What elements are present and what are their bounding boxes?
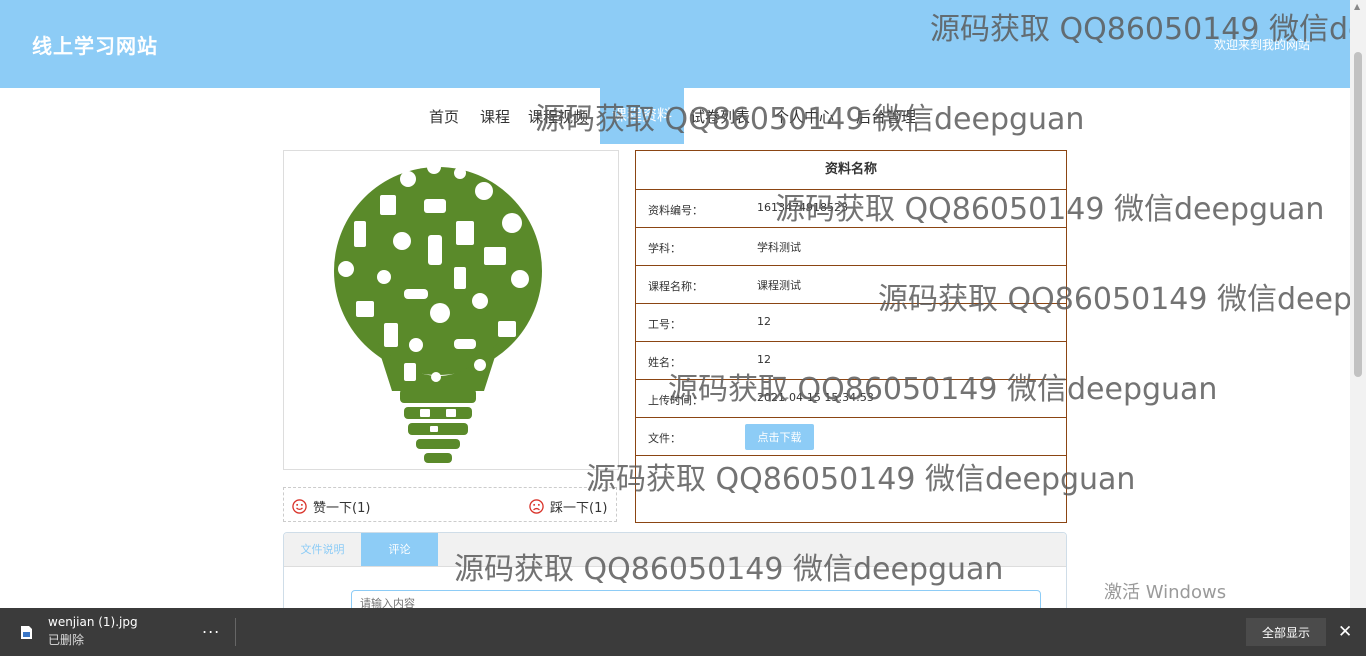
detail-row-staff-id: 工号： 12 [636,304,1066,342]
detail-row-subject: 学科： 学科测试 [636,228,1066,266]
vote-bar: 赞一下(1) 踩一下(1) [283,487,617,522]
like-label: 赞一下(1) [313,501,371,516]
detail-row-upload-time: 上传时间： 2021-04-15 15:34:53 [636,380,1066,418]
detail-label: 课程名称： [648,280,703,293]
image-file-icon [21,626,32,639]
detail-value: 学科测试 [757,241,801,254]
smile-face-icon [292,499,307,514]
detail-row-course: 课程名称： 课程测试 [636,266,1066,304]
detail-row-file: 文件： 点击下载 [636,418,1066,456]
close-icon[interactable]: ✕ [1338,622,1352,642]
detail-row-id: 资料编号： 1613474918523 [636,190,1066,228]
material-detail: 资料名称 资料编号： 1613474918523 学科： 学科测试 课程名称： … [635,150,1067,523]
detail-value: 2021-04-15 15:34:53 [757,391,874,404]
material-image [283,150,619,470]
main-nav: 首页 课程 课程视频 课程资料 试卷列表 个人中心 后台管理 [0,88,1350,144]
download-file-name[interactable]: wenjian (1).jpg [48,615,138,629]
detail-value: 12 [757,315,771,328]
nav-item-exams[interactable]: 试卷列表 [690,106,750,127]
detail-label: 上传时间： [648,394,703,407]
detail-value: 12 [757,353,771,366]
scroll-up-icon[interactable]: ▲ [1354,2,1360,11]
scrollbar-thumb[interactable] [1354,52,1362,377]
show-all-button[interactable]: 全部显示 [1246,618,1326,646]
nav-item-materials[interactable]: 课程资料 [600,88,685,144]
welcome-text: 欢迎来到我的网站 [1213,38,1310,52]
dislike-label: 踩一下(1) [550,501,608,516]
like-button[interactable]: 赞一下(1) [292,497,370,516]
detail-label: 资料编号： [648,204,703,217]
nav-item-course[interactable]: 课程 [480,106,510,127]
nav-item-home[interactable]: 首页 [429,106,459,127]
more-options-button[interactable]: ... [202,618,220,637]
tab-comments[interactable]: 评论 [361,533,438,566]
material-title: 资料名称 [636,151,1066,190]
detail-label: 学科： [648,242,681,255]
sad-face-icon [529,499,544,514]
detail-value: 课程测试 [757,279,801,292]
download-button[interactable]: 点击下载 [745,424,814,450]
detail-label: 姓名： [648,356,681,369]
activation-title: 激活 Windows [1104,582,1227,603]
detail-row-name: 姓名： 12 [636,342,1066,380]
detail-label: 文件： [648,432,681,445]
tabs-header: 文件说明 评论 [284,533,1066,567]
nav-item-video[interactable]: 课程视频 [528,106,588,127]
page-scrollbar[interactable]: ▲ [1350,0,1366,608]
download-status: 已删除 [48,633,85,647]
lightbulb-eco-illustration [334,160,542,463]
detail-value: 1613474918523 [757,201,848,214]
nav-item-personal[interactable]: 个人中心 [774,106,834,127]
tab-file-description[interactable]: 文件说明 [284,533,361,566]
divider [235,618,236,646]
dislike-button[interactable]: 踩一下(1) [529,497,607,516]
site-title[interactable]: 线上学习网站 [32,30,158,59]
top-header: 线上学习网站 欢迎来到我的网站 [0,0,1350,88]
download-bar: wenjian (1).jpg 已删除 ... 全部显示 ✕ [0,608,1366,656]
detail-label: 工号： [648,318,681,331]
nav-item-admin[interactable]: 后台管理 [856,106,916,127]
